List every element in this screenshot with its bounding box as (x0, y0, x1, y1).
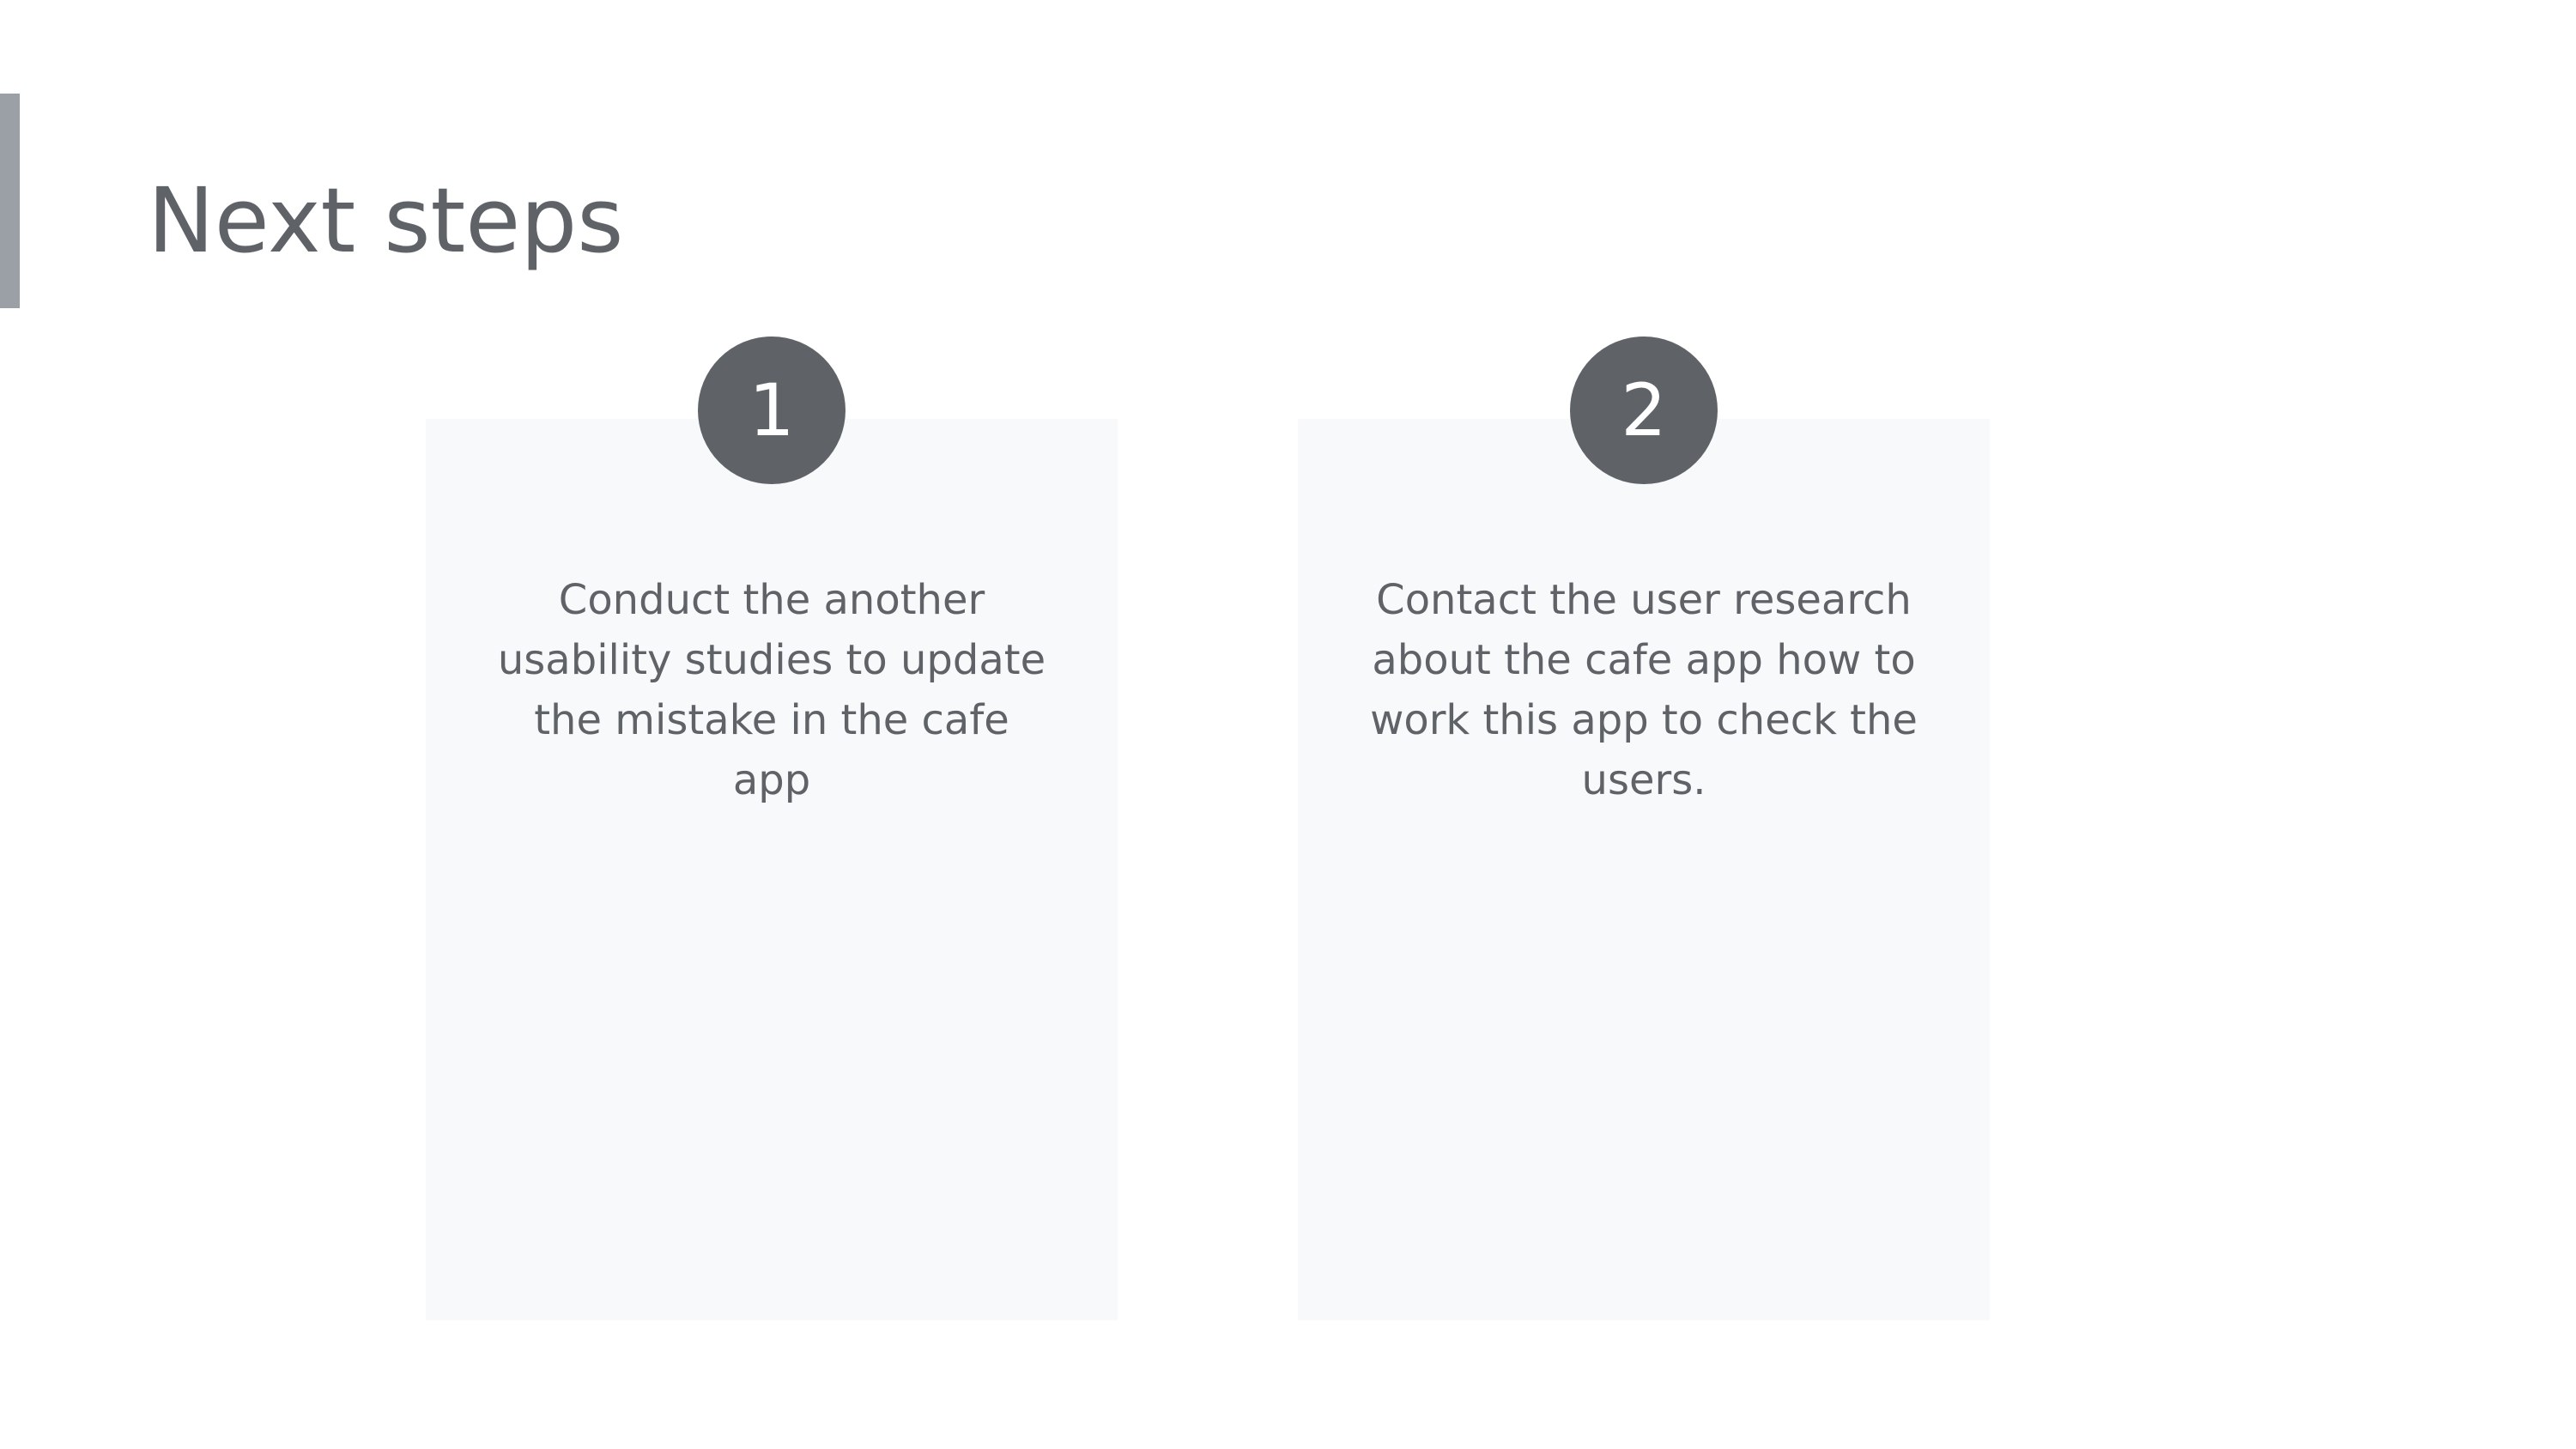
step-text-2: Contact the user research about the cafe… (1370, 576, 1918, 804)
accent-bar (0, 94, 20, 308)
step-text-1: Conduct the another usability studies to… (497, 576, 1046, 804)
slide-title: Next steps (148, 168, 624, 273)
step-card-1 (426, 419, 1118, 1320)
step-card-2 (1298, 419, 1990, 1320)
step-number-badge-1: 1 (698, 336, 846, 484)
step-number-badge-2: 2 (1570, 336, 1718, 484)
slide: Next steps 1 2 Conduct the another usabi… (0, 0, 2576, 1449)
